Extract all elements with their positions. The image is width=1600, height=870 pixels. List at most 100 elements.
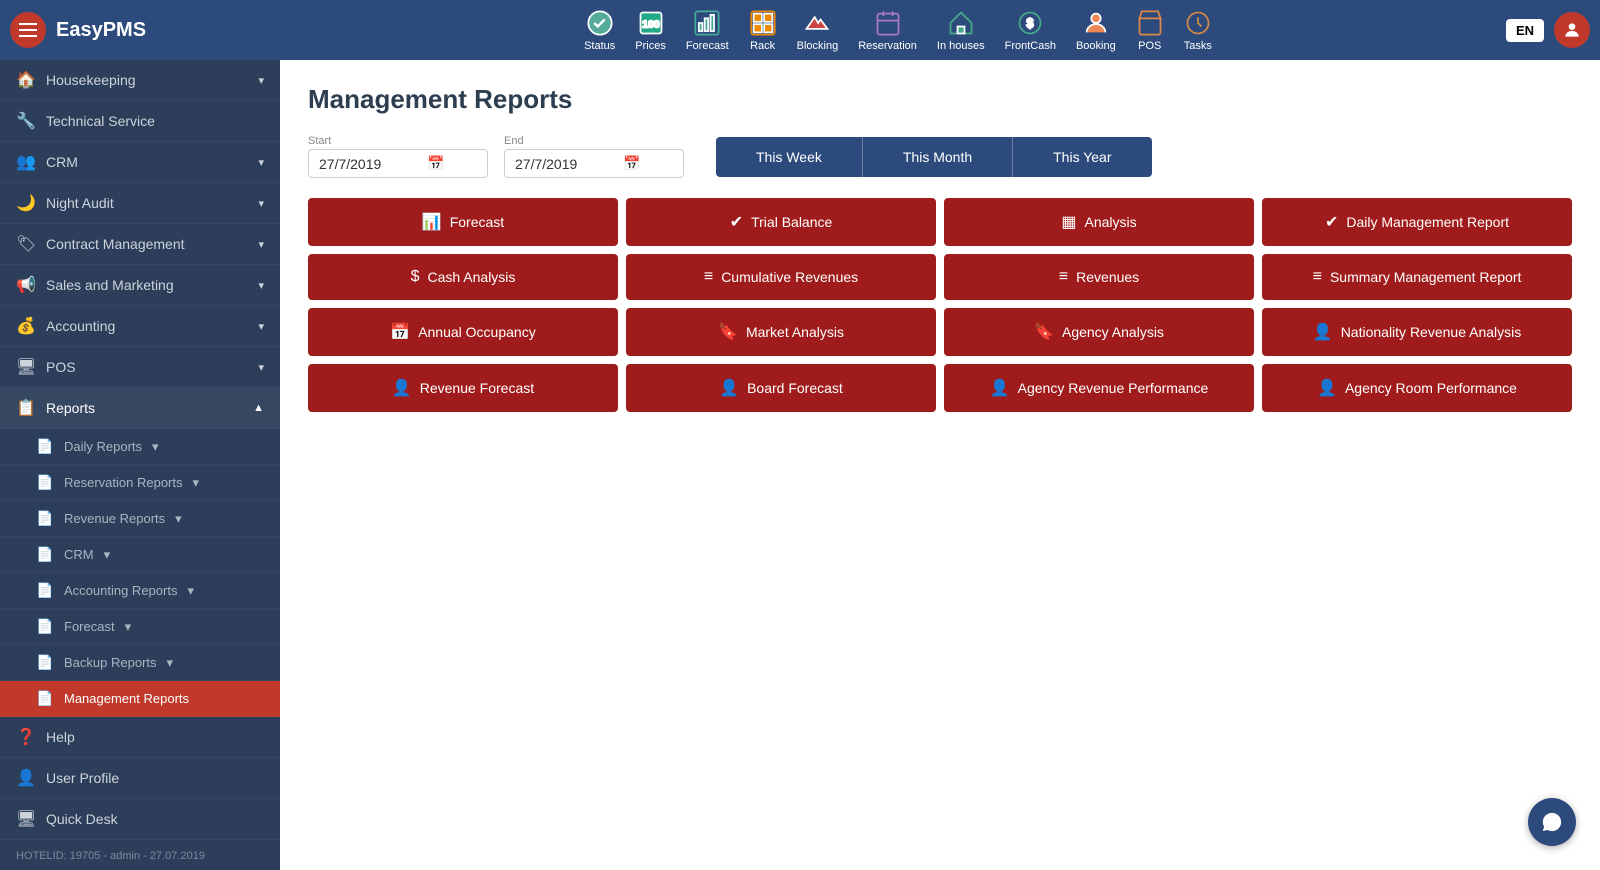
end-date-input[interactable] — [515, 156, 615, 172]
nav-icon-reservation[interactable]: Reservation — [858, 9, 917, 52]
sidebar-item-contract-management[interactable]: 🏷 Contract Management ▾ — [0, 224, 280, 265]
sidebar-sub-chevron-reservation-reports: ▾ — [193, 475, 200, 491]
sidebar-icon-contract-management: 🏷 — [16, 234, 36, 254]
hamburger-button[interactable] — [10, 12, 46, 48]
report-icon-agency-revenue-performance: 👤 — [990, 378, 1010, 398]
sidebar-sub-item-backup-reports[interactable]: 📄 Backup Reports ▾ — [0, 645, 280, 681]
main-layout: 🏠 Housekeeping ▾ 🔧 Technical Service 👥 C… — [0, 60, 1600, 870]
report-icon-revenue-forecast: 👤 — [392, 378, 412, 398]
nav-icon-blocking[interactable]: Blocking — [797, 9, 839, 52]
nav-icon-label-reservation: Reservation — [858, 40, 917, 52]
sidebar-sub-icon-revenue-reports: 📄 — [36, 510, 54, 527]
nav-icon-frontcash[interactable]: $ FrontCash — [1005, 9, 1056, 52]
user-avatar[interactable] — [1554, 12, 1590, 48]
nav-icon-forecast[interactable]: Forecast — [686, 9, 729, 52]
nav-icon-label-pos: POS — [1138, 40, 1161, 52]
sidebar-item-sales-marketing[interactable]: 📢 Sales and Marketing ▾ — [0, 265, 280, 306]
period-buttons-group: This WeekThis MonthThis Year — [716, 137, 1152, 177]
period-button-this-year[interactable]: This Year — [1013, 137, 1151, 177]
report-button-market-analysis[interactable]: 🔖 Market Analysis — [626, 308, 936, 356]
sidebar-sub-icon-accounting-reports: 📄 — [36, 582, 54, 599]
report-button-agency-analysis[interactable]: 🔖 Agency Analysis — [944, 308, 1254, 356]
report-button-cash-analysis[interactable]: $ Cash Analysis — [308, 254, 618, 300]
start-date-input[interactable] — [319, 156, 419, 172]
sidebar-icon-night-audit: 🌙 — [16, 193, 36, 213]
sidebar-sub-item-forecast-reports[interactable]: 📄 Forecast ▾ — [0, 609, 280, 645]
nav-icon-label-status: Status — [584, 40, 615, 52]
report-label-annual-occupancy: Annual Occupancy — [418, 324, 536, 340]
report-icon-annual-occupancy: 📅 — [390, 322, 410, 342]
period-button-this-month[interactable]: This Month — [863, 137, 1013, 177]
sidebar-sub-item-daily-reports[interactable]: 📄 Daily Reports ▾ — [0, 429, 280, 465]
nav-icon-pos[interactable]: POS — [1136, 9, 1164, 52]
sidebar-chevron-sales-marketing: ▾ — [258, 279, 264, 292]
report-label-daily-management-report: Daily Management Report — [1346, 214, 1509, 230]
sidebar-item-technical-service[interactable]: 🔧 Technical Service — [0, 101, 280, 142]
report-button-forecast[interactable]: 📊 Forecast — [308, 198, 618, 246]
nav-icon-label-tasks: Tasks — [1184, 40, 1212, 52]
sidebar-item-pos[interactable]: 🖥 POS ▾ — [0, 347, 280, 388]
nav-icon-rack[interactable]: Rack — [749, 9, 777, 52]
report-button-agency-room-performance[interactable]: 👤 Agency Room Performance — [1262, 364, 1572, 412]
report-button-agency-revenue-performance[interactable]: 👤 Agency Revenue Performance — [944, 364, 1254, 412]
report-button-board-forecast[interactable]: 👤 Board Forecast — [626, 364, 936, 412]
sidebar-sub-icon-management-reports: 📄 — [36, 690, 54, 707]
report-label-trial-balance: Trial Balance — [751, 214, 832, 230]
sidebar-sub-item-revenue-reports[interactable]: 📄 Revenue Reports ▾ — [0, 501, 280, 537]
sidebar-label-technical-service: Technical Service — [46, 113, 155, 129]
reports-grid: 📊 Forecast ✔ Trial Balance ▦ Analysis ✔ … — [308, 198, 1572, 412]
date-range-bar: Start 📅 End 📅 This WeekThis MonthThis Ye… — [308, 135, 1572, 178]
chat-fab-button[interactable] — [1528, 798, 1576, 846]
report-button-nationality-revenue-analysis[interactable]: 👤 Nationality Revenue Analysis — [1262, 308, 1572, 356]
start-date-input-wrap[interactable]: 📅 — [308, 149, 488, 178]
end-calendar-icon: 📅 — [623, 155, 640, 172]
nav-icon-tasks[interactable]: Tasks — [1184, 9, 1212, 52]
report-button-cumulative-revenues[interactable]: ≡ Cumulative Revenues — [626, 254, 936, 300]
report-button-analysis[interactable]: ▦ Analysis — [944, 198, 1254, 246]
app-logo: EasyPMS — [56, 19, 146, 42]
sidebar-item-night-audit[interactable]: 🌙 Night Audit ▾ — [0, 183, 280, 224]
sidebar-item-help[interactable]: ❓ Help — [0, 717, 280, 758]
end-date-label: End — [504, 135, 684, 147]
sidebar-label-pos: POS — [46, 359, 76, 375]
sidebar-sub-item-accounting-reports[interactable]: 📄 Accounting Reports ▾ — [0, 573, 280, 609]
report-label-analysis: Analysis — [1084, 214, 1136, 230]
sidebar-item-crm[interactable]: 👥 CRM ▾ — [0, 142, 280, 183]
sidebar-sub-item-crm-reports[interactable]: 📄 CRM ▾ — [0, 537, 280, 573]
nav-icon-status[interactable]: Status — [584, 9, 615, 52]
sidebar-item-housekeeping[interactable]: 🏠 Housekeeping ▾ — [0, 60, 280, 101]
report-label-revenues: Revenues — [1076, 269, 1139, 285]
sidebar-item-reports[interactable]: 📋 Reports ▲ — [0, 388, 280, 429]
sidebar-item-accounting[interactable]: 💰 Accounting ▾ — [0, 306, 280, 347]
report-label-cumulative-revenues: Cumulative Revenues — [721, 269, 858, 285]
nav-icon-booking[interactable]: Booking — [1076, 9, 1116, 52]
sidebar-sub-item-reservation-reports[interactable]: 📄 Reservation Reports ▾ — [0, 465, 280, 501]
report-button-daily-management-report[interactable]: ✔ Daily Management Report — [1262, 198, 1572, 246]
sidebar-sub-chevron-forecast-reports: ▾ — [125, 619, 132, 635]
sidebar-sub-item-management-reports[interactable]: 📄 Management Reports — [0, 681, 280, 717]
report-button-trial-balance[interactable]: ✔ Trial Balance — [626, 198, 936, 246]
report-icon-trial-balance: ✔ — [730, 212, 743, 232]
report-button-summary-management-report[interactable]: ≡ Summary Management Report — [1262, 254, 1572, 300]
report-icon-revenues: ≡ — [1059, 268, 1068, 286]
report-label-summary-management-report: Summary Management Report — [1330, 269, 1521, 285]
sidebar-sub-icon-reservation-reports: 📄 — [36, 474, 54, 491]
sidebar-item-user-profile[interactable]: 👤 User Profile — [0, 758, 280, 799]
nav-icon-prices[interactable]: 100 Prices — [635, 9, 666, 52]
sidebar-label-quick-desk: Quick Desk — [46, 811, 118, 827]
sidebar-icon-sales-marketing: 📢 — [16, 275, 36, 295]
report-button-revenue-forecast[interactable]: 👤 Revenue Forecast — [308, 364, 618, 412]
nav-icon-inhouses[interactable]: In houses — [937, 9, 985, 52]
report-button-revenues[interactable]: ≡ Revenues — [944, 254, 1254, 300]
language-button[interactable]: EN — [1506, 19, 1544, 42]
sidebar-sub-label-forecast-reports: Forecast — [64, 619, 115, 634]
sidebar-sub-label-management-reports: Management Reports — [64, 691, 189, 706]
page-title: Management Reports — [308, 84, 1572, 115]
sidebar-sub-label-accounting-reports: Accounting Reports — [64, 583, 177, 598]
end-date-input-wrap[interactable]: 📅 — [504, 149, 684, 178]
sidebar-item-quick-desk[interactable]: 🖥 Quick Desk — [0, 799, 280, 840]
report-button-annual-occupancy[interactable]: 📅 Annual Occupancy — [308, 308, 618, 356]
period-button-this-week[interactable]: This Week — [716, 137, 863, 177]
report-label-revenue-forecast: Revenue Forecast — [420, 380, 534, 396]
report-label-nationality-revenue-analysis: Nationality Revenue Analysis — [1341, 324, 1522, 340]
